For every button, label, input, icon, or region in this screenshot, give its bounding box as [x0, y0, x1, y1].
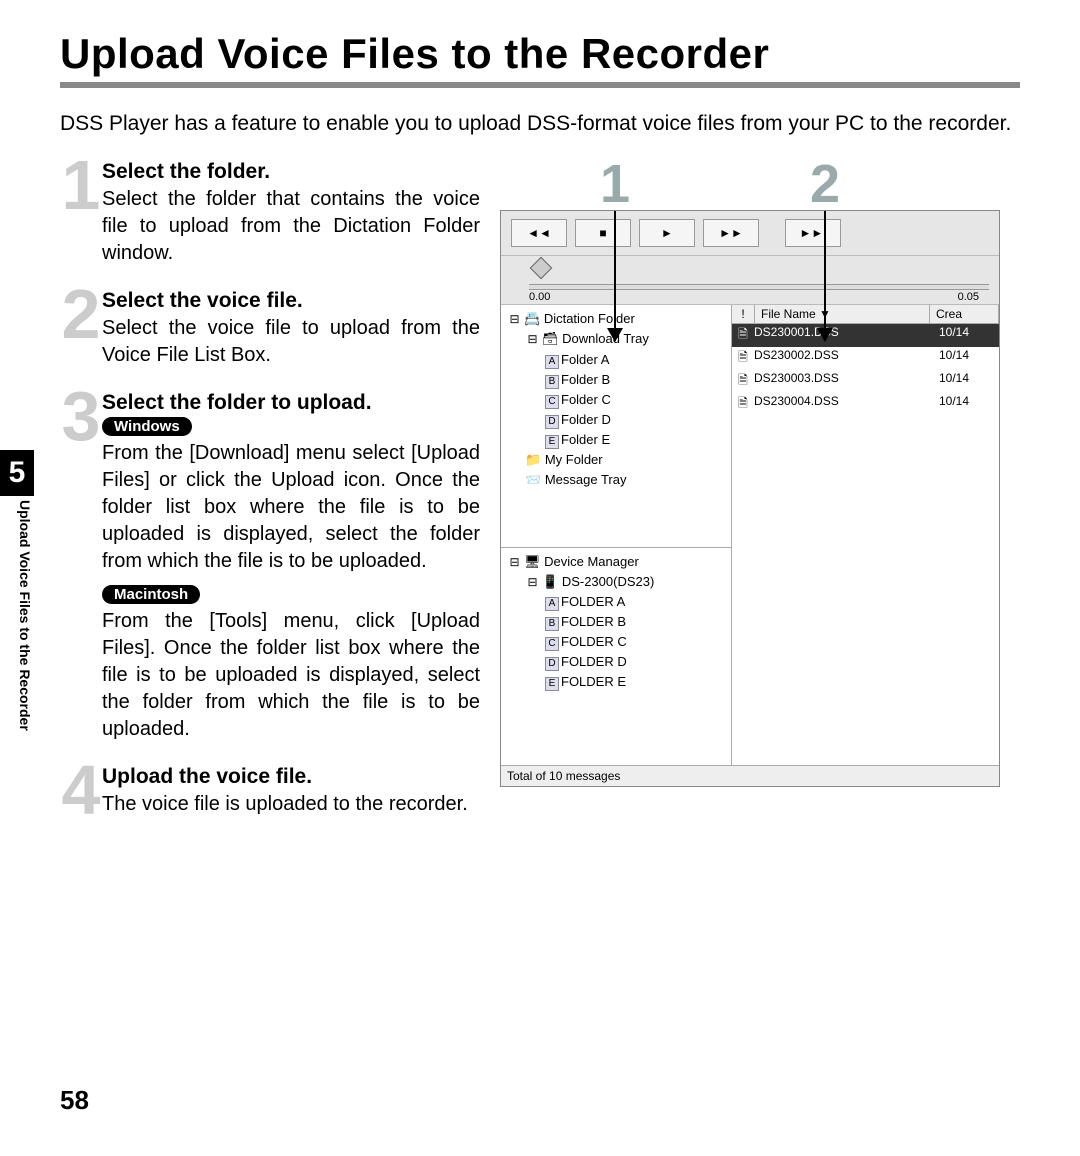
file-created: 10/14: [933, 394, 999, 415]
status-bar: Total of 10 messages: [501, 765, 999, 786]
folder-letter-icon: A: [545, 355, 559, 369]
folder-tree-pane: ⊟📇 Dictation Folder ⊟🗃 Download Tray AFo…: [501, 305, 732, 765]
page-number: 58: [60, 1085, 89, 1116]
dev-folder-a[interactable]: AFOLDER A: [507, 592, 725, 612]
file-name: DS230002.DSS: [752, 348, 933, 369]
file-icon: 🗎: [732, 371, 752, 392]
col-created[interactable]: Crea: [930, 305, 999, 323]
callout-num: 2: [810, 160, 840, 209]
file-created: 10/14: [933, 371, 999, 392]
minus-icon: ⊟: [525, 330, 540, 349]
tree-folder-b[interactable]: BFolder B: [507, 370, 725, 390]
slider-track[interactable]: 0.00 0.05: [529, 284, 989, 290]
device-tree: ⊟🖥 Device Manager ⊟📱 DS-2300(DS23) AFOLD…: [501, 548, 731, 766]
step-num: 4: [60, 755, 100, 825]
step-2: 2 Select the voice file. Select the voic…: [60, 289, 480, 369]
step-num: 3: [60, 381, 100, 451]
minus-icon: ⊟: [525, 573, 540, 592]
file-name: DS230004.DSS: [752, 394, 933, 415]
callout-num: 1: [600, 160, 630, 209]
step-title: Upload the voice file.: [102, 765, 480, 789]
file-name: DS230003.DSS: [752, 371, 933, 392]
file-icon: 🗎: [732, 348, 752, 369]
step-title: Select the voice file.: [102, 289, 480, 313]
step-body: Select the folder that contains the voic…: [102, 186, 480, 267]
arrow-down-icon: [614, 211, 616, 341]
slider-thumb-icon[interactable]: [530, 257, 553, 280]
step-4: 4 Upload the voice file. The voice file …: [60, 765, 480, 818]
os-pill-windows: Windows: [102, 417, 192, 436]
file-created: 10/14: [933, 325, 999, 346]
position-slider[interactable]: 0.00 0.05: [501, 256, 999, 305]
tree-folder-c[interactable]: CFolder C: [507, 390, 725, 410]
folder-letter-icon: B: [545, 617, 559, 631]
dev-folder-b[interactable]: BFOLDER B: [507, 612, 725, 632]
step-title: Select the folder to upload.: [102, 391, 480, 415]
step-num: 1: [60, 150, 100, 220]
folder-letter-icon: A: [545, 597, 559, 611]
tree-folder-d[interactable]: DFolder D: [507, 410, 725, 430]
tree-message-tray[interactable]: 📨 Message Tray: [507, 470, 725, 490]
file-row[interactable]: 🗎 DS230004.DSS 10/14: [732, 393, 999, 416]
file-list: 🗎 DS230001.DSS 10/14 🗎 DS230002.DSS 10/1…: [732, 324, 999, 765]
minus-icon: ⊟: [507, 553, 522, 572]
file-created: 10/14: [933, 348, 999, 369]
file-name: DS230001.DSS: [752, 325, 933, 346]
page-title: Upload Voice Files to the Recorder: [60, 30, 1020, 78]
step-body-win: From the [Download] menu select [Upload …: [102, 440, 480, 575]
callout-2: 2: [810, 160, 840, 240]
tree-device-root[interactable]: ⊟🖥 Device Manager: [507, 552, 725, 572]
folder-letter-icon: C: [545, 395, 559, 409]
col-priority[interactable]: !: [732, 305, 755, 323]
step-1: 1 Select the folder. Select the folder t…: [60, 160, 480, 267]
folder-letter-icon: B: [545, 375, 559, 389]
chapter-title-vertical: Upload Voice Files to the Recorder: [17, 500, 33, 731]
file-icon: 🗎: [732, 325, 752, 346]
dev-folder-e[interactable]: EFOLDER E: [507, 672, 725, 692]
dev-folder-d[interactable]: DFOLDER D: [507, 652, 725, 672]
step-3: 3 Select the folder to upload. Windows F…: [60, 391, 480, 743]
step-num: 2: [60, 279, 100, 349]
tree-folder-e[interactable]: EFolder E: [507, 430, 725, 450]
step-title: Select the folder.: [102, 160, 480, 184]
chapter-tab: 5: [0, 450, 34, 496]
tree-my-folder[interactable]: 📁 My Folder: [507, 450, 725, 470]
file-row[interactable]: 🗎 DS230002.DSS 10/14: [732, 347, 999, 370]
slider-tick-right: 0.05: [958, 291, 979, 303]
folder-letter-icon: C: [545, 637, 559, 651]
file-row[interactable]: 🗎 DS230003.DSS 10/14: [732, 370, 999, 393]
dev-folder-c[interactable]: CFOLDER C: [507, 632, 725, 652]
tree-device[interactable]: ⊟📱 DS-2300(DS23): [507, 572, 725, 592]
step-body-mac: From the [Tools] menu, click [Upload Fil…: [102, 608, 480, 743]
file-icon: 🗎: [732, 394, 752, 415]
arrow-down-icon: [824, 211, 826, 341]
file-row[interactable]: 🗎 DS230001.DSS 10/14: [732, 324, 999, 347]
file-list-pane: ! File Name ▼ Crea 🗎 DS230001.DSS 10/14: [732, 305, 999, 765]
os-pill-macintosh: Macintosh: [102, 585, 200, 604]
step-body: Select the voice file to upload from the…: [102, 315, 480, 369]
callouts: 1 2: [500, 160, 1020, 240]
title-rule: [60, 82, 1020, 88]
folder-letter-icon: E: [545, 435, 559, 449]
tree-folder-a[interactable]: AFolder A: [507, 350, 725, 370]
col-filename[interactable]: File Name ▼: [755, 305, 930, 323]
intro-text: DSS Player has a feature to enable you t…: [60, 110, 1020, 138]
folder-letter-icon: D: [545, 415, 559, 429]
callout-1: 1: [600, 160, 630, 240]
file-list-header: ! File Name ▼ Crea: [732, 305, 999, 324]
folder-letter-icon: E: [545, 677, 559, 691]
slider-tick-left: 0.00: [529, 291, 550, 303]
app-screenshot: ◄◄ ■ ► ►► ►►I 0.00 0.05: [500, 210, 1000, 787]
minus-icon: ⊟: [507, 310, 522, 329]
folder-letter-icon: D: [545, 657, 559, 671]
step-body: The voice file is uploaded to the record…: [102, 791, 480, 818]
